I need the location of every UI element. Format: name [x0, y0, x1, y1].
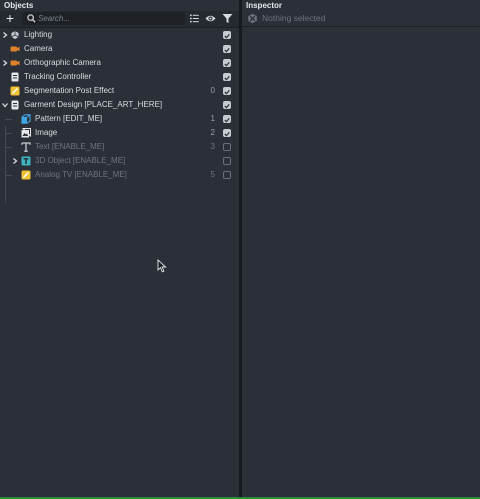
- tree-row-label: Segmentation Post Effect: [24, 86, 115, 95]
- object-tree: Lighting Camera Orthographic Camera Trac…: [0, 28, 239, 203]
- tree-row-label: Garment Design [PLACE_ART_HERE]: [24, 100, 163, 109]
- tree-row-count: 2: [210, 128, 215, 137]
- image-icon: [21, 128, 31, 138]
- inspector-panel: Inspector Nothing selected: [242, 0, 480, 497]
- tree-row-lighting[interactable]: Lighting: [0, 28, 239, 42]
- search-icon: [27, 14, 36, 23]
- garment-icon: [11, 100, 19, 110]
- add-object-button[interactable]: +: [3, 11, 17, 26]
- mouse-pointer-icon: [157, 259, 167, 273]
- nothing-selected-text: Nothing selected: [262, 13, 326, 23]
- filter-icon[interactable]: [222, 13, 233, 24]
- tree-row-text[interactable]: Text [ENABLE_ME] 3: [0, 140, 239, 154]
- tree-row-label: Image: [35, 128, 58, 137]
- tree-row-orthographic-camera[interactable]: Orthographic Camera: [0, 56, 239, 70]
- tree-row-label: 3D Object [ENABLE_ME]: [35, 156, 126, 165]
- tree-branch: [5, 147, 12, 148]
- tree-row-garment-design[interactable]: Garment Design [PLACE_ART_HERE]: [0, 98, 239, 112]
- tree-row-image[interactable]: Image 2: [0, 126, 239, 140]
- visibility-checkbox[interactable]: [223, 45, 231, 53]
- tree-branch: [5, 119, 12, 120]
- tree-row-label: Lighting: [24, 30, 53, 39]
- inspector-separator: [242, 26, 480, 27]
- tree-row-3d-object[interactable]: 3D Object [ENABLE_ME]: [0, 154, 239, 168]
- tree-row-label: Tracking Controller: [24, 72, 92, 81]
- tree-row-count: 5: [210, 170, 215, 179]
- search-input[interactable]: [38, 12, 178, 25]
- visibility-checkbox[interactable]: [223, 31, 231, 39]
- eye-icon[interactable]: [205, 13, 216, 24]
- lighting-icon: [11, 31, 19, 39]
- sort-list-icon[interactable]: [189, 13, 200, 24]
- tree-row-label: Camera: [24, 44, 53, 53]
- camera-icon: [10, 60, 20, 66]
- post-effect-icon: [10, 86, 20, 96]
- chevron-down-icon[interactable]: [2, 102, 8, 108]
- visibility-checkbox[interactable]: [223, 115, 231, 123]
- text-icon: [21, 142, 31, 152]
- tree-branch: [5, 133, 12, 134]
- visibility-checkbox[interactable]: [223, 157, 231, 165]
- 3d-object-icon: [21, 156, 31, 166]
- tree-row-segmentation-post-effect[interactable]: Segmentation Post Effect 0: [0, 84, 239, 98]
- chevron-right-icon[interactable]: [2, 60, 8, 66]
- objects-panel-title: Objects: [4, 1, 34, 10]
- visibility-checkbox[interactable]: [223, 171, 231, 179]
- tree-row-label: Pattern [EDIT_ME]: [35, 114, 103, 123]
- tree-row-camera[interactable]: Camera: [0, 42, 239, 56]
- objects-panel: Objects + Search... Lighting Camera Orth…: [0, 0, 239, 497]
- post-effect-icon: [21, 170, 31, 180]
- tree-row-tracking-controller[interactable]: Tracking Controller: [0, 70, 239, 84]
- visibility-checkbox[interactable]: [223, 73, 231, 81]
- tree-row-label: Text [ENABLE_ME]: [35, 142, 105, 151]
- tree-branch: [5, 175, 12, 176]
- tracking-controller-icon: [11, 72, 19, 82]
- tree-row-label: Orthographic Camera: [24, 58, 101, 67]
- tree-row-label: Analog TV [ENABLE_ME]: [35, 170, 127, 179]
- visibility-checkbox[interactable]: [223, 59, 231, 67]
- pattern-cube-icon: [21, 114, 31, 124]
- chevron-right-icon[interactable]: [2, 32, 8, 38]
- visibility-checkbox[interactable]: [223, 101, 231, 109]
- camera-icon: [10, 46, 20, 52]
- tree-row-pattern[interactable]: Pattern [EDIT_ME] 1: [0, 112, 239, 126]
- nothing-selected-message: Nothing selected: [247, 12, 325, 25]
- tree-row-count: 0: [210, 86, 215, 95]
- inspector-panel-title: Inspector: [246, 1, 283, 10]
- chevron-right-icon[interactable]: [12, 158, 18, 164]
- tree-row-count: 1: [210, 114, 215, 123]
- objects-toolbar: +: [0, 11, 239, 28]
- tree-row-count: 3: [210, 142, 215, 151]
- visibility-checkbox[interactable]: [223, 87, 231, 95]
- visibility-checkbox[interactable]: [223, 143, 231, 151]
- search-box[interactable]: [22, 12, 185, 25]
- tree-row-analog-tv[interactable]: Analog TV [ENABLE_ME] 5: [0, 168, 239, 182]
- no-selection-icon: [248, 13, 257, 24]
- visibility-checkbox[interactable]: [223, 129, 231, 137]
